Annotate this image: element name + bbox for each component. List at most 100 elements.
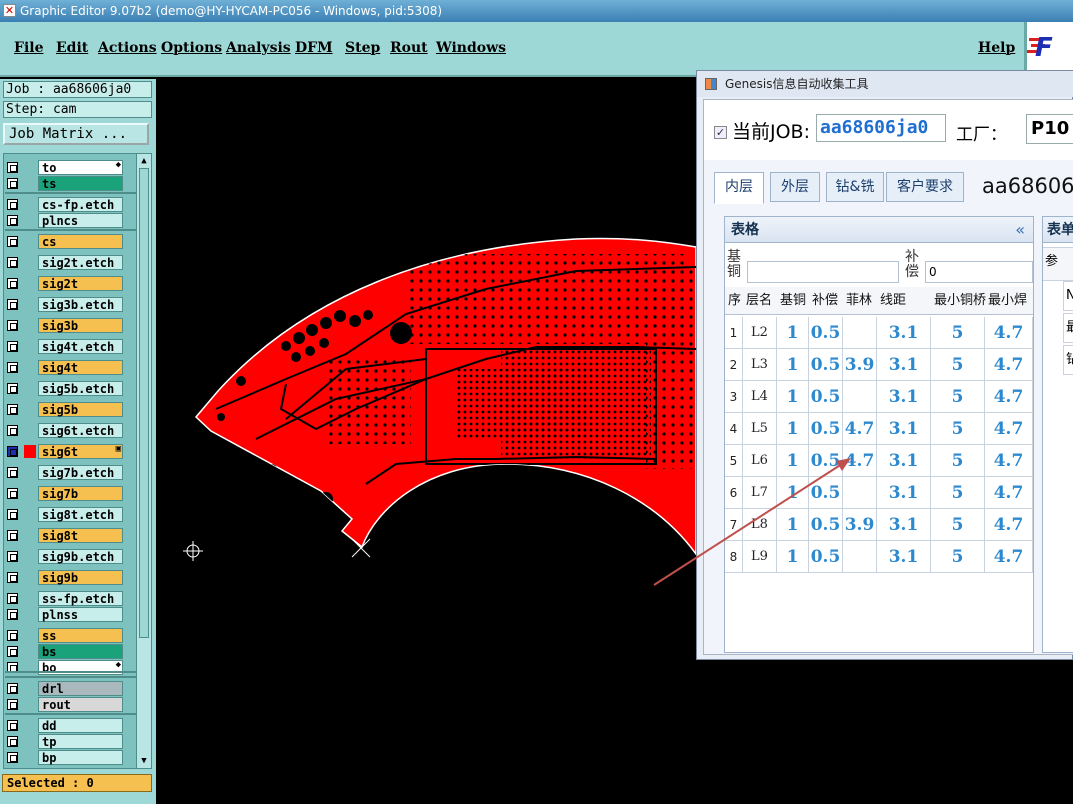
layer-visibility-checkbox[interactable]	[7, 162, 18, 173]
menu-file[interactable]: File	[14, 40, 43, 56]
grid-cell[interactable]: 1	[777, 317, 809, 349]
grid-cell[interactable]: 4	[725, 413, 743, 445]
grid-cell[interactable]: L4	[743, 381, 777, 413]
grid-cell[interactable]: L3	[743, 349, 777, 381]
table-row[interactable]: 3 L4 1 0.5 3.1 5 4.7	[725, 381, 1033, 413]
compensation-input[interactable]: 0	[925, 261, 1033, 283]
grid-cell[interactable]	[843, 317, 877, 349]
layer-visibility-checkbox[interactable]	[7, 530, 18, 541]
grid-cell[interactable]: 8	[725, 541, 743, 573]
layer-row-bp[interactable]: bp	[5, 750, 123, 765]
layer-visibility-checkbox[interactable]	[7, 215, 18, 226]
layer-row-rout[interactable]: rout	[5, 697, 123, 712]
layer-row-sig8t[interactable]: sig8t	[5, 528, 123, 543]
layer-row-bs[interactable]: bs	[5, 644, 123, 659]
menu-actions[interactable]: Actions	[98, 40, 157, 56]
layer-name[interactable]: plnss	[38, 607, 123, 622]
grid-cell[interactable]: 0.5	[809, 381, 843, 413]
menu-options[interactable]: Options	[161, 40, 222, 56]
layer-name[interactable]: sig9b.etch	[38, 549, 123, 564]
grid-cell[interactable]: 1	[777, 349, 809, 381]
layer-row-sig2t[interactable]: sig2t	[5, 276, 123, 291]
grid-cell[interactable]: 5	[931, 477, 985, 509]
layer-visibility-checkbox[interactable]	[7, 341, 18, 352]
layer-name[interactable]: bp	[38, 750, 123, 765]
layer-name[interactable]: sig9b	[38, 570, 123, 585]
layer-name[interactable]: sig7b.etch	[38, 465, 123, 480]
tab-outer-layer[interactable]: 外层	[770, 172, 820, 202]
layer-name[interactable]: sig4t.etch	[38, 339, 123, 354]
current-job-input[interactable]: aa68606ja0	[816, 114, 946, 142]
layer-name[interactable]: sig6t	[38, 444, 123, 459]
layer-name[interactable]: sig7b	[38, 486, 123, 501]
grid-cell[interactable]: 3	[725, 381, 743, 413]
layer-visibility-checkbox[interactable]	[7, 720, 18, 731]
table-row[interactable]: 2 L3 1 0.5 3.9 3.1 5 4.7	[725, 349, 1033, 381]
layer-visibility-checkbox[interactable]	[7, 383, 18, 394]
layer-visibility-checkbox[interactable]	[7, 425, 18, 436]
grid-cell[interactable]: 3.1	[877, 349, 931, 381]
grid-cell[interactable]	[843, 541, 877, 573]
layer-row-drl[interactable]: drl	[5, 681, 123, 696]
grid-cell[interactable]: 3.9	[843, 509, 877, 541]
layer-row-sig8t-etch[interactable]: sig8t.etch	[5, 507, 123, 522]
grid-cell[interactable]: 3.1	[877, 381, 931, 413]
grid-cell[interactable]: 1	[777, 381, 809, 413]
form-panel-cell[interactable]: 钻	[1063, 345, 1073, 375]
layer-visibility-checkbox[interactable]	[7, 362, 18, 373]
grid-cell[interactable]: 1	[777, 477, 809, 509]
menu-help[interactable]: Help	[978, 40, 1015, 56]
grid-cell[interactable]: 0.5	[809, 349, 843, 381]
layer-name[interactable]: tp	[38, 734, 123, 749]
table-row[interactable]: 8 L9 1 0.5 3.1 5 4.7	[725, 541, 1033, 573]
collapse-icon[interactable]: «	[1015, 217, 1025, 243]
grid-cell[interactable]: 4.7	[985, 445, 1033, 477]
layer-visibility-checkbox[interactable]	[7, 646, 18, 657]
layer-name[interactable]: ts	[38, 176, 123, 191]
menu-step[interactable]: Step	[345, 40, 380, 56]
layer-row-dd[interactable]: dd	[5, 718, 123, 733]
grid-cell[interactable]: 5	[725, 445, 743, 477]
grid-cell[interactable]: 3.1	[877, 317, 931, 349]
layer-row-sig5b[interactable]: sig5b	[5, 402, 123, 417]
grid-cell[interactable]: 1	[725, 317, 743, 349]
grid-cell[interactable]: 0.5	[809, 413, 843, 445]
layer-visibility-checkbox[interactable]	[7, 320, 18, 331]
layer-name[interactable]: dd	[38, 718, 123, 733]
grid-cell[interactable]: 1	[777, 509, 809, 541]
layer-list-scrollbar[interactable]: ▲ ▼	[136, 153, 152, 769]
menu-windows[interactable]: Windows	[436, 40, 506, 56]
layer-name[interactable]: sig8t	[38, 528, 123, 543]
layer-name[interactable]: sig5b.etch	[38, 381, 123, 396]
layer-visibility-checkbox[interactable]	[7, 257, 18, 268]
layer-name[interactable]: to	[38, 160, 123, 175]
grid-cell[interactable]: 4.7	[985, 509, 1033, 541]
table-row[interactable]: 1 L2 1 0.5 3.1 5 4.7	[725, 317, 1033, 349]
scroll-down-icon[interactable]: ▼	[139, 756, 149, 766]
layer-visibility-checkbox[interactable]	[7, 236, 18, 247]
layer-visibility-checkbox[interactable]	[7, 278, 18, 289]
layer-row-to[interactable]: to ◆	[5, 160, 123, 175]
grid-cell[interactable]: 3.1	[877, 509, 931, 541]
grid-cell[interactable]: 4.7	[843, 413, 877, 445]
layer-name[interactable]: drl	[38, 681, 123, 696]
layer-row-plnss[interactable]: plnss	[5, 607, 123, 622]
grid-column-header[interactable]: 层名	[746, 287, 778, 315]
grid-cell[interactable]: 0.5	[809, 477, 843, 509]
grid-cell[interactable]: 1	[777, 541, 809, 573]
grid-cell[interactable]: L9	[743, 541, 777, 573]
layer-row-cs-fp-etch[interactable]: cs-fp.etch	[5, 197, 123, 212]
menu-rout[interactable]: Rout	[390, 40, 428, 56]
factory-input[interactable]: P10	[1026, 114, 1073, 144]
grid-cell[interactable]: 5	[931, 541, 985, 573]
menu-dfm[interactable]: DFM	[295, 40, 333, 56]
layer-visibility-checkbox[interactable]	[7, 630, 18, 641]
layer-row-sig9b-etch[interactable]: sig9b.etch	[5, 549, 123, 564]
layer-row-sig4t[interactable]: sig4t	[5, 360, 123, 375]
grid-cell[interactable]: L5	[743, 413, 777, 445]
menu-edit[interactable]: Edit	[56, 40, 88, 56]
grid-column-header[interactable]: 基铜	[780, 287, 810, 315]
base-copper-input[interactable]	[747, 261, 899, 283]
layer-name[interactable]: ss-fp.etch	[38, 591, 123, 606]
layer-visibility-checkbox[interactable]	[7, 446, 18, 457]
